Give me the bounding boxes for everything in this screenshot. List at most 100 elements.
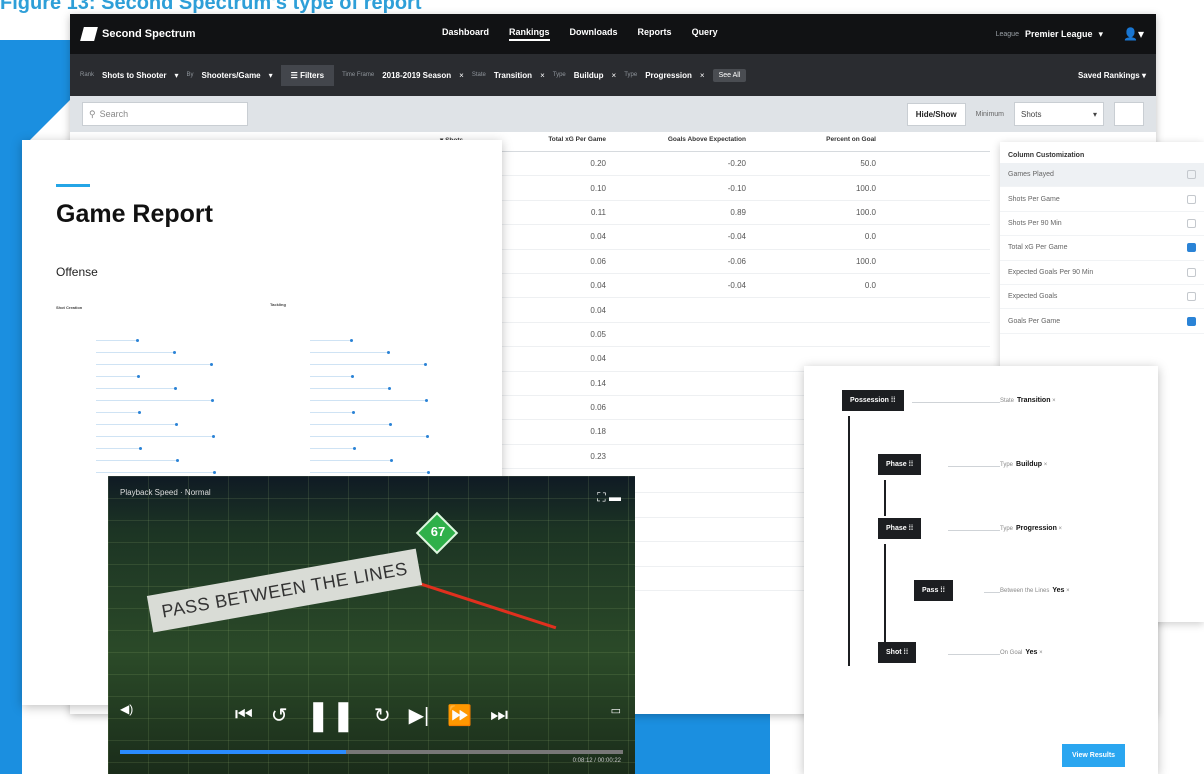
table-row[interactable]: 10.110.89100.0 [430,201,990,226]
table-row[interactable]: 10.04-0.040.0 [430,274,990,299]
progress-bar[interactable] [120,750,623,754]
nav-reports[interactable]: Reports [638,27,672,41]
column-option[interactable]: Goals Per Game [1000,309,1204,334]
connector-line [912,402,1000,403]
rank-label: Rank [80,72,95,78]
league-selector[interactable]: League Premier League ▾ [996,29,1103,40]
logo-icon [80,27,98,41]
chart-point [139,447,142,450]
close-icon[interactable]: × [1042,462,1048,468]
col-header-total-xg[interactable]: Total xG Per Game [486,136,616,143]
col-header-percent-on-goal[interactable]: Percent on Goal [756,136,886,143]
condition-value[interactable]: Yes [1052,587,1064,594]
minimum-number-input[interactable] [1114,102,1144,126]
table-row[interactable]: 10.04 [430,298,990,323]
query-node-phase[interactable]: Phase ⁞⁞ [878,518,922,539]
section-title: Offense [56,265,98,279]
query-node-possession[interactable]: Possession ⁞⁞ [842,390,904,411]
checkbox[interactable] [1187,316,1196,326]
table-header: ▾ Shots Total xG Per Game Goals Above Ex… [430,128,990,152]
by-dropdown[interactable]: Shooters/Game [202,71,261,80]
column-option[interactable]: Expected Goals Per 90 Min [1000,261,1204,285]
close-icon[interactable]: × [1037,650,1043,656]
table-row[interactable]: 10.04-0.040.0 [430,225,990,250]
pause-icon[interactable]: ❚❚ [306,698,356,733]
table-cell: 100.0 [855,183,876,193]
close-icon[interactable]: × [1064,588,1070,594]
view-results-button[interactable]: View Results [1062,744,1126,767]
captions-icon[interactable]: ▭ [611,704,621,717]
state-filter[interactable]: Transition [494,71,532,80]
search-input[interactable]: ⚲ Search [82,102,248,126]
checkbox[interactable] [1187,292,1196,302]
close-icon[interactable]: × [1050,398,1056,404]
playback-speed[interactable]: Playback Speed · Normal [120,488,211,497]
skip-end-icon[interactable]: ⏭ [490,704,508,727]
column-option[interactable]: Games Played [1000,163,1204,188]
timeframe-dropdown[interactable]: 2018-2019 Season [382,71,451,80]
close-icon[interactable]: × [700,71,705,80]
close-icon[interactable]: × [459,71,464,80]
saved-rankings-dropdown[interactable]: Saved Rankings ▾ [1078,71,1146,80]
filter-bar: Rank Shots to Shooter ▾ By Shooters/Game ▾… [70,54,1156,96]
rewind-icon[interactable]: ↺ [271,703,288,728]
chart-point [390,459,393,462]
close-icon[interactable]: × [540,71,545,80]
fast-forward-icon[interactable]: ⏩ [447,703,472,728]
condition-value[interactable]: Buildup [1016,461,1042,468]
nav-dashboard[interactable]: Dashboard [442,27,489,41]
filters-button-label: Filters [300,70,325,80]
minimum-select[interactable]: Shots ▾ [1014,102,1104,126]
filters-button[interactable]: ☰ Filters [280,64,335,86]
query-node-pass[interactable]: Pass ⁞⁞ [914,580,953,601]
col-header-goals-above[interactable]: Goals Above Expectation [616,136,756,143]
see-all-button[interactable]: See All [712,68,747,82]
checkbox[interactable] [1187,267,1196,277]
table-cell: -0.04 [727,281,746,291]
brand[interactable]: Second Spectrum [80,27,442,41]
table-cell: 0.14 [590,378,606,388]
query-condition: State Transition × [1000,397,1056,404]
chart-point [138,411,141,414]
table-row[interactable]: 10.10-0.10100.0 [430,176,990,201]
query-node-phase[interactable]: Phase ⁞⁞ [878,454,922,475]
nav-rankings[interactable]: Rankings [509,27,550,41]
column-option[interactable]: Shots Per Game [1000,187,1204,212]
chart-bar [96,376,137,377]
close-icon[interactable]: × [1057,526,1063,532]
top-nav-bar: Second Spectrum Dashboard Rankings Downl… [70,14,1156,54]
close-icon[interactable]: × [612,71,617,80]
column-option[interactable]: Total xG Per Game [1000,236,1204,261]
type-filter-progression[interactable]: Progression [645,71,692,80]
nav-query[interactable]: Query [692,27,718,41]
user-icon[interactable]: 👤▾ [1123,27,1144,41]
chart-point [353,447,356,450]
chart-point [137,375,140,378]
checkbox[interactable] [1187,194,1196,204]
video-player[interactable]: Playback Speed · Normal ⛶ ▬ 67 PASS BETW… [108,476,635,774]
playback-controls: ⏮ ↺ ❚❚ ↻ ▶| ⏩ ⏭ [108,698,635,733]
table-row[interactable]: 20.20-0.2050.0 [430,152,990,177]
condition-value[interactable]: Yes [1025,649,1037,656]
brand-name: Second Spectrum [102,28,196,40]
fullscreen-icon[interactable]: ⛶ ▬ [597,490,621,505]
hide-show-button[interactable]: Hide/Show [906,102,966,126]
forward-icon[interactable]: ↻ [374,703,391,728]
table-row[interactable]: 10.05 [430,323,990,348]
skip-start-icon[interactable]: ⏮ [235,704,253,727]
step-forward-icon[interactable]: ▶| [409,703,430,728]
condition-value[interactable]: Progression [1016,525,1057,532]
type-filter-buildup[interactable]: Buildup [574,71,604,80]
nav-downloads[interactable]: Downloads [570,27,618,41]
condition-label: Type [1000,462,1014,468]
condition-value[interactable]: Transition [1017,397,1050,404]
checkbox[interactable] [1187,218,1196,228]
checkbox[interactable] [1187,243,1196,253]
rank-dropdown[interactable]: Shots to Shooter [102,71,166,80]
column-option-label: Shots Per 90 Min [1008,219,1062,227]
column-option[interactable]: Expected Goals [1000,285,1204,310]
table-row[interactable]: 10.06-0.06100.0 [430,250,990,274]
tree-connector [884,480,886,516]
checkbox[interactable] [1187,170,1196,180]
column-option[interactable]: Shots Per 90 Min [1000,212,1204,237]
